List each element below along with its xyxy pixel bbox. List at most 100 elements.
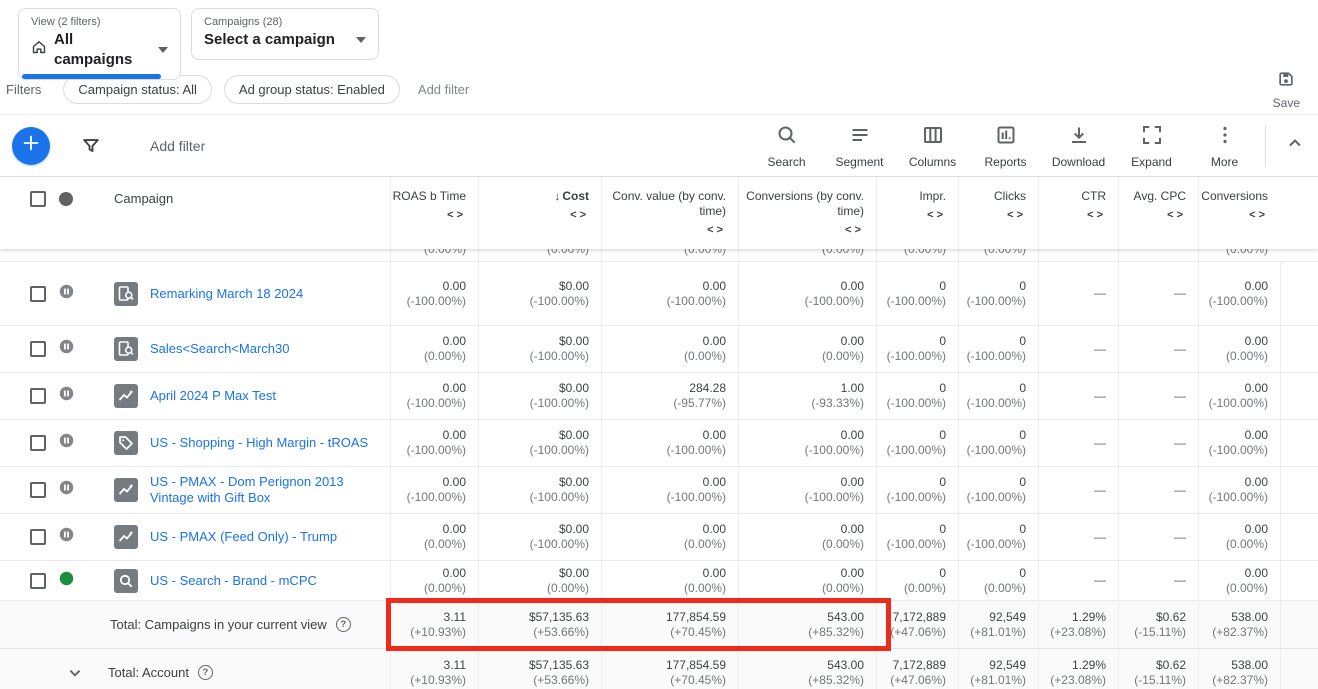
save-button[interactable]: Save [1273,69,1300,110]
metric-cell: 0.00(-100.00%) [738,420,876,466]
metric-value: $0.00 [559,428,589,443]
column-header-campaign[interactable]: Campaign [86,177,390,249]
help-icon[interactable]: ? [198,665,213,680]
reports-button[interactable]: Reports [969,123,1042,169]
metric-change-pct: (+10.93%) [410,625,466,640]
status-paused-icon[interactable] [59,339,74,359]
row-checkbox[interactable] [30,529,46,545]
view-selector-dropdown[interactable]: View (2 filters) All campaigns [18,8,181,80]
metric-change-pct: (-100.00%) [805,443,864,458]
column-header-conv-value[interactable]: Conv. value (by conv. time) <> [601,177,738,249]
sort-handles: <> [1087,209,1106,221]
collapse-table-button[interactable] [1272,131,1318,160]
chevron-down-icon [356,37,366,43]
clipped-metric-cell: (0.00%) [478,249,601,261]
select-all-checkbox[interactable] [30,191,46,207]
status-enabled-icon[interactable] [59,571,74,591]
column-header-clicks[interactable]: Clicks <> [958,177,1038,249]
filters-bar: Filters Campaign status: All Ad group st… [0,65,1318,115]
download-button[interactable]: Download [1042,123,1115,169]
column-header-roas[interactable]: ROAS b Time <> [390,177,478,249]
row-campaign-cell: Sales<Search<March30 [86,326,390,372]
clipped-percentage: (0.00%) [684,249,726,261]
status-paused-icon[interactable] [59,480,74,500]
status-paused-icon[interactable] [59,527,74,547]
row-spacer-cell [1280,373,1318,419]
row-checkbox-cell [0,373,46,419]
metric-value: — [1174,286,1186,301]
metric-value: — [1094,573,1106,588]
row-checkbox-cell [0,326,46,372]
row-spacer-cell [1280,561,1318,600]
metric-cell: 0.00(0.00%) [738,326,876,372]
metric-cell: — [1118,326,1198,372]
campaign-link[interactable]: US - Shopping - High Margin - tROAS [150,435,368,451]
metric-value: — [1174,436,1186,451]
metric-value: — [1094,483,1106,498]
status-paused-icon[interactable] [59,284,74,304]
campaign-link[interactable]: US - PMAX - Dom Perignon 2013 Vintage wi… [150,474,390,506]
sort-handles: <> [845,224,864,236]
segment-button[interactable]: Segment [823,123,896,169]
metric-change-pct: (-100.00%) [530,294,589,309]
campaign-link[interactable]: April 2024 P Max Test [150,388,276,404]
metric-change-pct: (-100.00%) [967,490,1026,505]
column-header-conversions[interactable]: Conversions <> [1198,177,1280,249]
metric-change-pct: (0.00%) [822,537,864,552]
metric-change-pct: (-100.00%) [1209,490,1268,505]
filter-funnel-icon[interactable] [80,135,102,157]
metric-value: — [1094,286,1106,301]
row-checkbox-cell [0,420,46,466]
segment-icon [848,123,872,152]
metric-value: 0 [939,566,946,581]
row-checkbox[interactable] [30,573,46,589]
columns-button[interactable]: Columns [896,123,969,169]
metric-cell: $57,135.63(+53.66%) [478,649,601,689]
expand-button[interactable]: Expand [1115,123,1188,169]
column-header-impressions[interactable]: Impr. <> [876,177,958,249]
row-checkbox[interactable] [30,435,46,451]
column-header-cost[interactable]: ↓Cost <> [478,177,601,249]
search-button[interactable]: Search [750,123,823,169]
more-button[interactable]: More [1188,123,1261,169]
metric-value: 92,549 [989,610,1026,625]
row-checkbox[interactable] [30,341,46,357]
metric-value: 543.00 [827,658,864,673]
column-header-ctr[interactable]: CTR <> [1038,177,1118,249]
campaign-link[interactable]: Remarking March 18 2024 [150,286,303,302]
chevron-down-icon[interactable] [64,662,86,684]
metric-cell: 0.00(0.00%) [601,514,738,560]
help-icon[interactable]: ? [336,617,351,632]
metric-cell: 0.00(-100.00%) [738,467,876,513]
metric-value: 0.00 [841,334,864,349]
toolbar-add-filter[interactable]: Add filter [150,138,205,154]
add-campaign-button[interactable] [12,127,50,165]
status-paused-icon[interactable] [59,386,74,406]
add-filter-link[interactable]: Add filter [418,82,469,97]
metric-change-pct: (+47.06%) [890,625,946,640]
campaign-link[interactable]: US - Search - Brand - mCPC [150,573,317,589]
total-label-cell: Total: Campaigns in your current view? [0,601,390,648]
column-header-conversions-by-time[interactable]: Conversions (by conv. time) <> [738,177,876,249]
row-checkbox[interactable] [30,286,46,302]
metric-value: 0.00 [703,334,726,349]
row-checkbox[interactable] [30,482,46,498]
metric-value: 0.00 [841,475,864,490]
metric-cell: 0.00(-100.00%) [1198,373,1280,419]
clipped-metric-cell [1118,249,1198,261]
campaign-link[interactable]: Sales<Search<March30 [150,341,289,357]
campaign-selector-dropdown[interactable]: Campaigns (28) Select a campaign [191,8,379,60]
total-label-cell: Total: Account? [0,649,390,689]
metric-value: 0 [1019,475,1026,490]
row-status-cell [46,514,86,560]
metric-change-pct: (0.00%) [904,581,946,596]
status-paused-icon[interactable] [59,433,74,453]
column-header-avg-cpc[interactable]: Avg. CPC <> [1118,177,1198,249]
row-checkbox[interactable] [30,388,46,404]
sort-handles: <> [707,224,726,236]
metric-cell: 0(-100.00%) [876,420,958,466]
metric-change-pct: (0.00%) [984,581,1026,596]
shopping-campaign-icon [114,431,138,455]
filter-chip-ad-group-status[interactable]: Ad group status: Enabled [224,75,400,104]
campaign-link[interactable]: US - PMAX (Feed Only) - Trump [150,529,337,545]
